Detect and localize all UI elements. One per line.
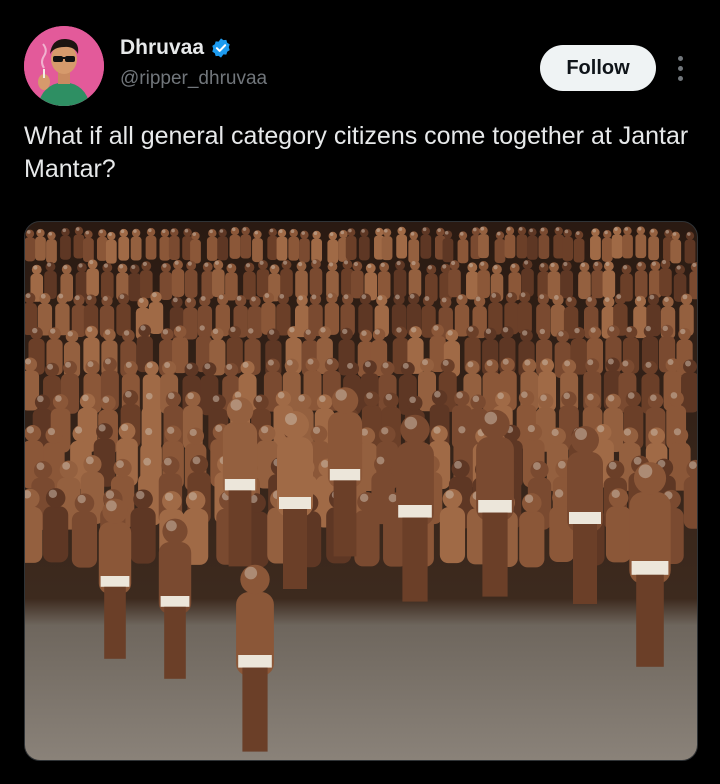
tweet-photo[interactable] <box>24 221 698 761</box>
author-display-name[interactable]: Dhruvaa <box>120 36 204 60</box>
more-dot <box>677 65 683 71</box>
author-handle[interactable]: @ripper_dhruvaa <box>120 68 267 90</box>
name-row: Dhruvaa <box>120 36 267 60</box>
more-dot <box>677 55 683 61</box>
follow-button[interactable]: Follow <box>540 45 656 91</box>
verified-badge-icon[interactable] <box>210 37 232 59</box>
author-avatar[interactable] <box>24 26 104 106</box>
avatar-image <box>24 26 104 106</box>
more-dot <box>677 75 683 81</box>
more-options-icon[interactable] <box>670 50 690 86</box>
crowd-photo <box>25 222 697 760</box>
tweet-text: What if all general category citizens co… <box>24 122 689 183</box>
author-info: Dhruvaa @ripper_dhruvaa <box>120 36 267 90</box>
